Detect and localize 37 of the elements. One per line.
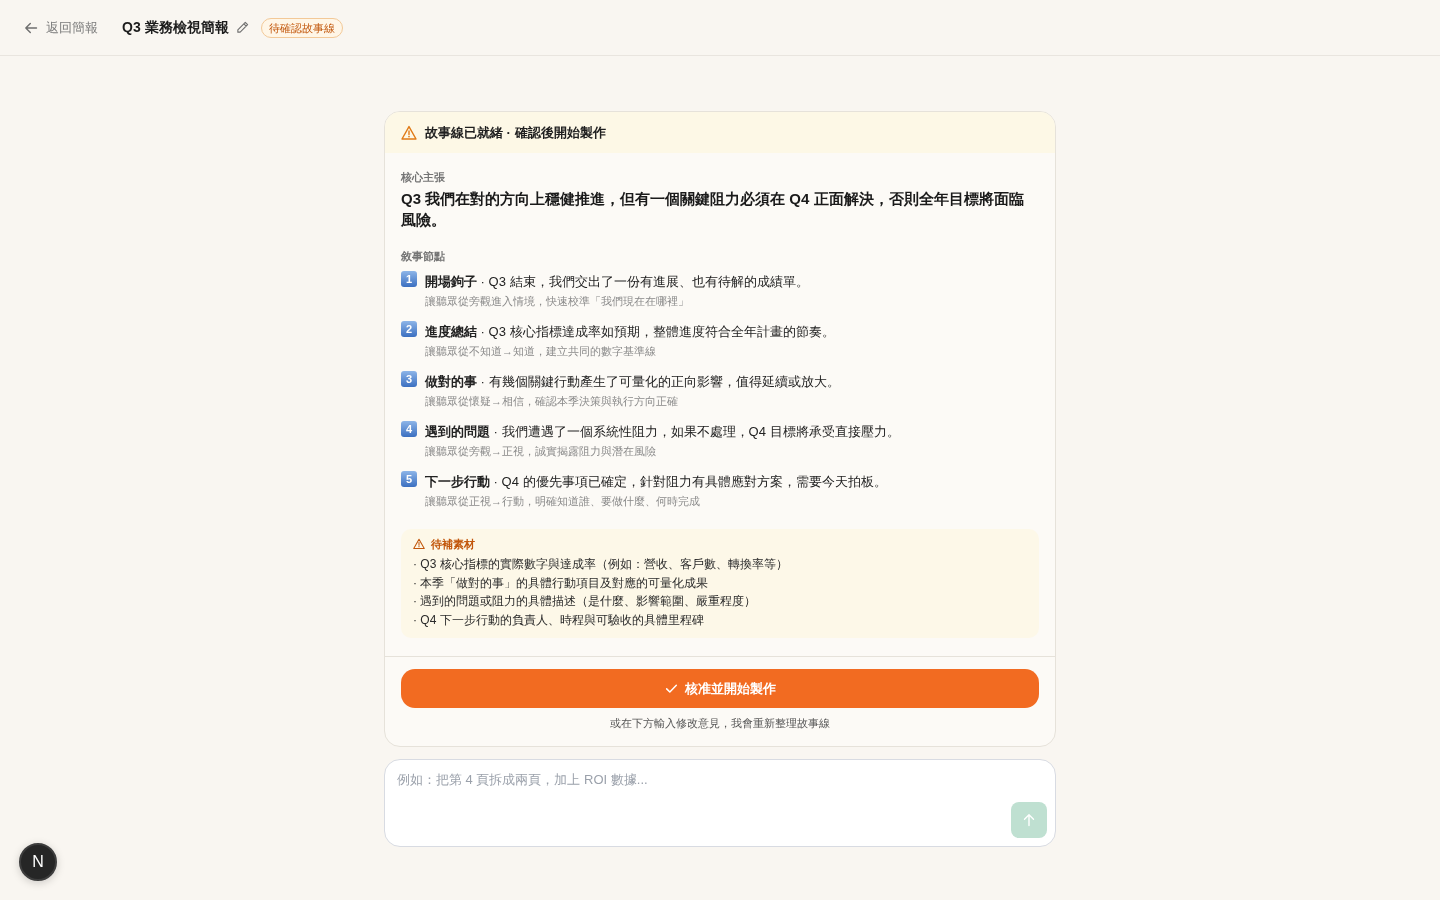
number-badge: 2: [401, 321, 417, 337]
node-goal-text: 讓聽眾從懷疑→相信，確認本季決策與執行方向正確: [425, 394, 679, 409]
number-badge: 3: [401, 371, 417, 387]
hint-text: 或在下方輸入修改意見，我會重新整理故事線: [609, 716, 831, 730]
approve-button[interactable]: 核准並開始製作: [401, 669, 1039, 708]
core-claim-text: Q3 我們在對的方向上穩健推進，但有一個關鍵阻力必須在 Q4 正面解決，否則全年目標將面臨風險。: [401, 189, 1025, 230]
section-label: 敘事節點: [401, 249, 446, 263]
dev-indicator-button[interactable]: N: [19, 843, 57, 881]
node-text: 遇到的問題 · 我們遭遇了一個系統性阻力，如果不處理，Q4 目標將承受直接壓力。: [425, 423, 901, 441]
node-text: 做對的事 · 有幾個關鍵行動產生了可量化的正向影響，值得延續或放大。: [425, 373, 841, 391]
number-badge: 5: [401, 471, 417, 487]
material-item: · 本季「做對的事」的具體行動項目及對應的可量化成果: [413, 574, 710, 592]
warning-icon: [401, 124, 417, 141]
warning-icon: [413, 538, 425, 550]
number-badge: 1: [401, 271, 417, 287]
panel-title: 待補素材: [431, 537, 475, 551]
node-goal-text: 讓聽眾從旁觀進入情境，快速校準「我們現在在哪裡」: [425, 294, 690, 309]
page-title: Q3 業務檢視簡報: [122, 18, 229, 37]
arrow-up-icon: [1022, 813, 1036, 827]
node-text: 開場鉤子 · Q3 結束，我們交出了一份有進展、也有待解的成績單。: [425, 273, 810, 291]
material-item: · Q4 下一步行動的負責人、時程與可驗收的具體里程碑: [413, 611, 705, 629]
node-text: 下一步行動 · Q4 的優先事項已確定，針對阻力有具體應對方案，需要今天拍板。: [425, 473, 888, 491]
node-goal-text: 讓聽眾從正視→行動，明確知道誰、要做什麼、何時完成: [425, 494, 701, 509]
node-goal-text: 讓聽眾從不知道→知道，建立共同的數字基準線: [425, 344, 657, 359]
material-item: · Q3 核心指標的實際數字與達成率（例如：營收、客戶數、轉換率等）: [413, 556, 789, 573]
number-badge: 4: [401, 421, 417, 437]
back-link[interactable]: 返回簡報: [24, 18, 98, 37]
material-item: · 遇到的問題或阻力的具體描述（是什麼、影響範圍、嚴重程度）: [413, 593, 758, 610]
banner-text: 故事線已就緒 · 確認後開始製作: [425, 123, 606, 142]
node-goal-text: 讓聽眾從旁觀→正視，誠實揭露阻力與潛在風險: [425, 444, 657, 459]
message-input[interactable]: 例如：把第 4 頁拆成兩頁，加上 ROI 數據...: [384, 759, 1056, 847]
check-icon: [664, 682, 678, 695]
section-label: 核心主張: [401, 170, 446, 184]
arrow-left-icon: [24, 20, 38, 35]
node-text: 進度總結 · Q3 核心指標達成率如預期，整體進度符合全年計畫的節奏。: [425, 323, 836, 341]
status-badge: 待確認故事線: [260, 17, 343, 38]
pencil-icon[interactable]: [235, 21, 249, 34]
